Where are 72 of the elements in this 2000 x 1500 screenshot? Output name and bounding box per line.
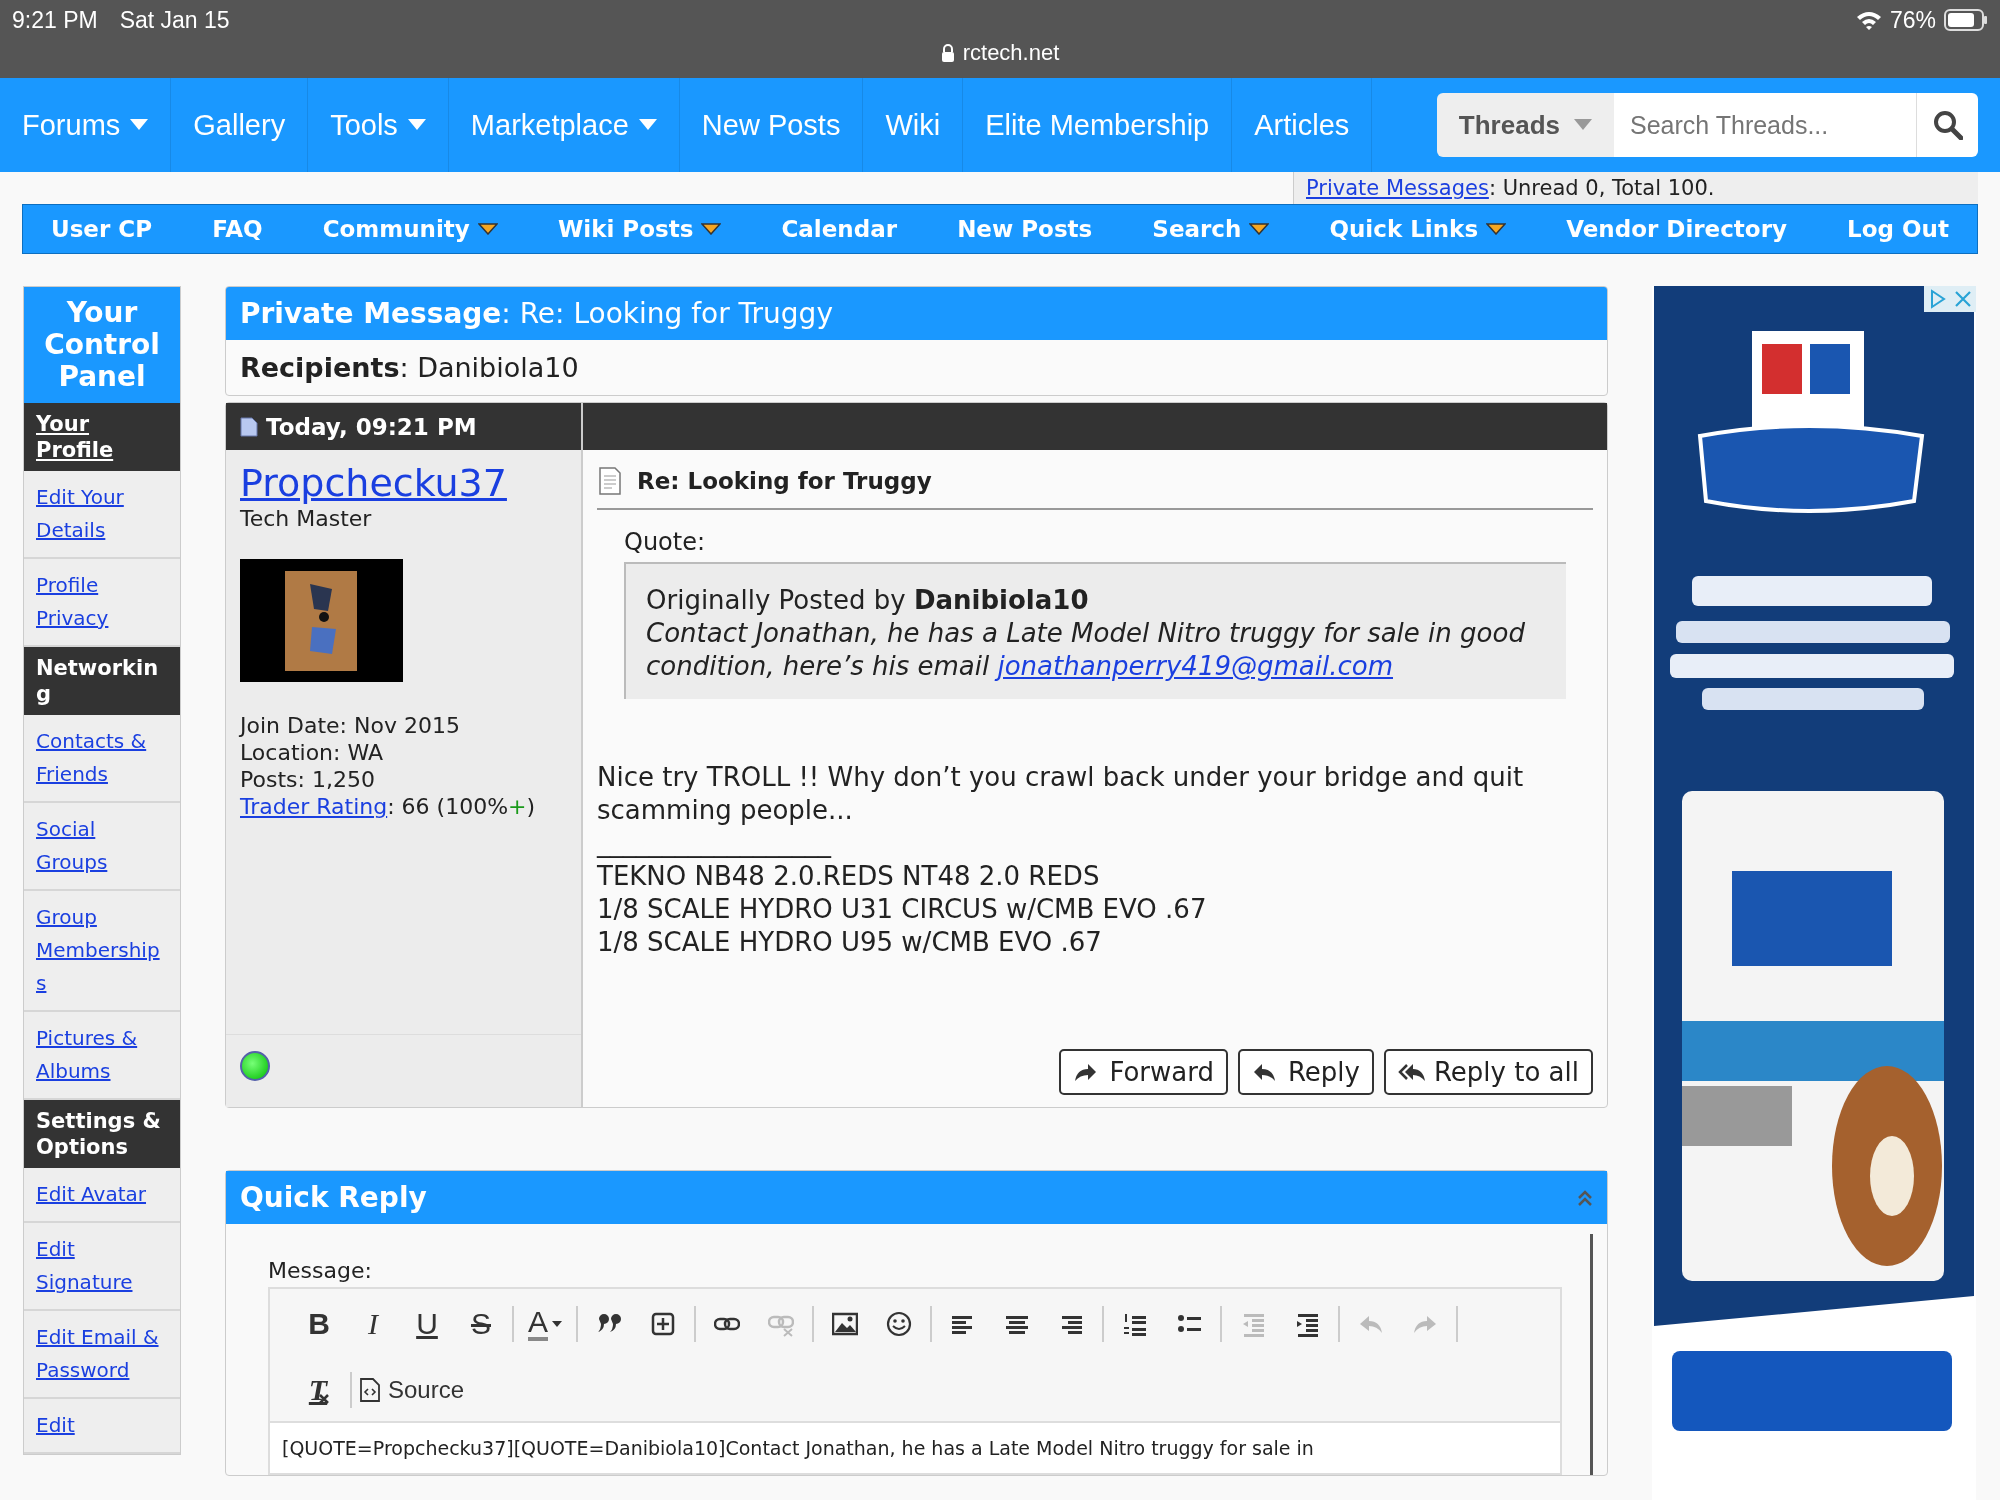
closing-parenthesis: ) [526, 794, 536, 819]
sidebar-link[interactable]: Contacts & Friends [24, 715, 180, 803]
forward-button[interactable]: Forward [1059, 1049, 1228, 1095]
search-icon [1932, 110, 1963, 140]
smiley-icon [886, 1311, 912, 1337]
quote-attribution: Originally Posted by Danibiola10 [646, 584, 1090, 617]
wifi-icon [1855, 10, 1882, 30]
signature-line: 1/8 SCALE HYDRO U31 CIRCUS w/CMB EVO .67 [597, 893, 1208, 926]
sidebar-link[interactable]: Edit Avatar [24, 1168, 180, 1223]
post-date: Today, 09:21 PM [266, 413, 477, 440]
message-title: Private Message: Re: Looking for Truggy [226, 287, 1607, 340]
plus-sign: + [508, 794, 527, 819]
lock-icon [940, 44, 955, 62]
user-detail: Join Date: Nov 2015 [240, 712, 461, 739]
italic-button[interactable]: I [346, 1301, 400, 1347]
strike-button[interactable]: S [454, 1301, 508, 1347]
signature-line: 1/8 SCALE HYDRO U95 w/CMB EVO .67 [597, 926, 1103, 959]
battery-percent: 76% [1889, 6, 1936, 34]
sidebar-link[interactable]: Social Groups [24, 803, 180, 891]
document-icon [240, 416, 258, 437]
source-button[interactable]: Source [356, 1367, 469, 1413]
trader-rating-value: : 66 (100% [387, 794, 509, 819]
sidebar-title: Your Control Panel [24, 287, 180, 403]
sidebar-heading: Settings & Options [24, 1100, 180, 1168]
caret-icon [1574, 119, 1592, 131]
battery-icon [1944, 9, 1988, 31]
message-input[interactable]: [QUOTE=Propchecku37][QUOTE=Danibiola10]Contact Jonathan, he has a Late Model Nitro truggy for sale in [270, 1421, 1560, 1473]
user-detail: Location: WA [240, 739, 385, 766]
sidebar-link[interactable]: Edit Email & Password [24, 1311, 180, 1399]
reply-all-button[interactable]: Reply to all [1383, 1049, 1593, 1095]
search-button[interactable] [1916, 93, 1978, 157]
numbered-list-icon [1122, 1311, 1148, 1337]
image-icon [832, 1311, 858, 1337]
date: Sat Jan 15 [119, 6, 230, 34]
sidebar-link[interactable]: Group Memberships [24, 891, 180, 1012]
signature-rule: __________________ [597, 827, 833, 860]
message-text: Nice try TROLL !! Why don’t you crawl back under your bridge and quit scamming people... [597, 761, 1525, 827]
quote-text: Contact Jonathan, he has a Late Model Nitro truggy for sale in good condition, here’s his email jonathanperry419@gmail.com [646, 617, 1526, 683]
message-label: Message: [268, 1258, 373, 1283]
author-link[interactable]: Propchecku37 [240, 461, 507, 505]
search-field[interactable]: Search Threads... [1614, 93, 1916, 157]
url-text: rctech.net [962, 40, 1060, 66]
sidebar-link[interactable]: Edit Signature [24, 1223, 180, 1311]
plus-square-icon [650, 1311, 676, 1337]
signature-line: TEKNO NB48 2.0.REDS NT48 2.0 REDS [597, 860, 1101, 893]
code-file-icon [360, 1378, 380, 1402]
underline-button[interactable]: U [400, 1301, 454, 1347]
indent-icon [1294, 1311, 1320, 1337]
recipients-text: Recipients: Danibiola10 [239, 351, 580, 385]
chevrons-up-icon [1577, 1188, 1593, 1207]
sidebar-heading-link[interactable]: Your Profile [24, 403, 180, 471]
trader-rating-link[interactable]: Trader Rating [240, 794, 388, 819]
sidebar-link[interactable]: Edit [24, 1399, 180, 1454]
sidebar-heading: Networking [24, 647, 180, 715]
caret-icon [552, 1321, 562, 1327]
collapse-button[interactable] [1577, 1188, 1593, 1207]
text-color-button[interactable]: A [518, 1301, 572, 1347]
clock: 9:21 PM [12, 6, 98, 34]
clear-format-button[interactable]: T [292, 1367, 346, 1413]
document-icon [597, 466, 623, 496]
reply-button[interactable]: Reply [1237, 1049, 1374, 1095]
post-subject: Re: Looking for Truggy [637, 468, 932, 494]
message-count: : Unread 0, Total 100. [1488, 176, 1715, 200]
reply-all-arrow-icon [1397, 1061, 1426, 1083]
private-messages-link[interactable]: Private Messages [1306, 176, 1489, 200]
user-detail: Posts: 1,250 [240, 766, 376, 793]
bold-button[interactable]: B [292, 1301, 346, 1347]
sidebar-link[interactable]: Edit Your Details [24, 471, 180, 559]
quote-label: Quote: [624, 528, 707, 556]
user-rank: Tech Master [240, 506, 373, 531]
quick-reply-title: Quick Reply [240, 1181, 427, 1214]
search-scope-dropdown[interactable]: Threads [1436, 93, 1614, 157]
